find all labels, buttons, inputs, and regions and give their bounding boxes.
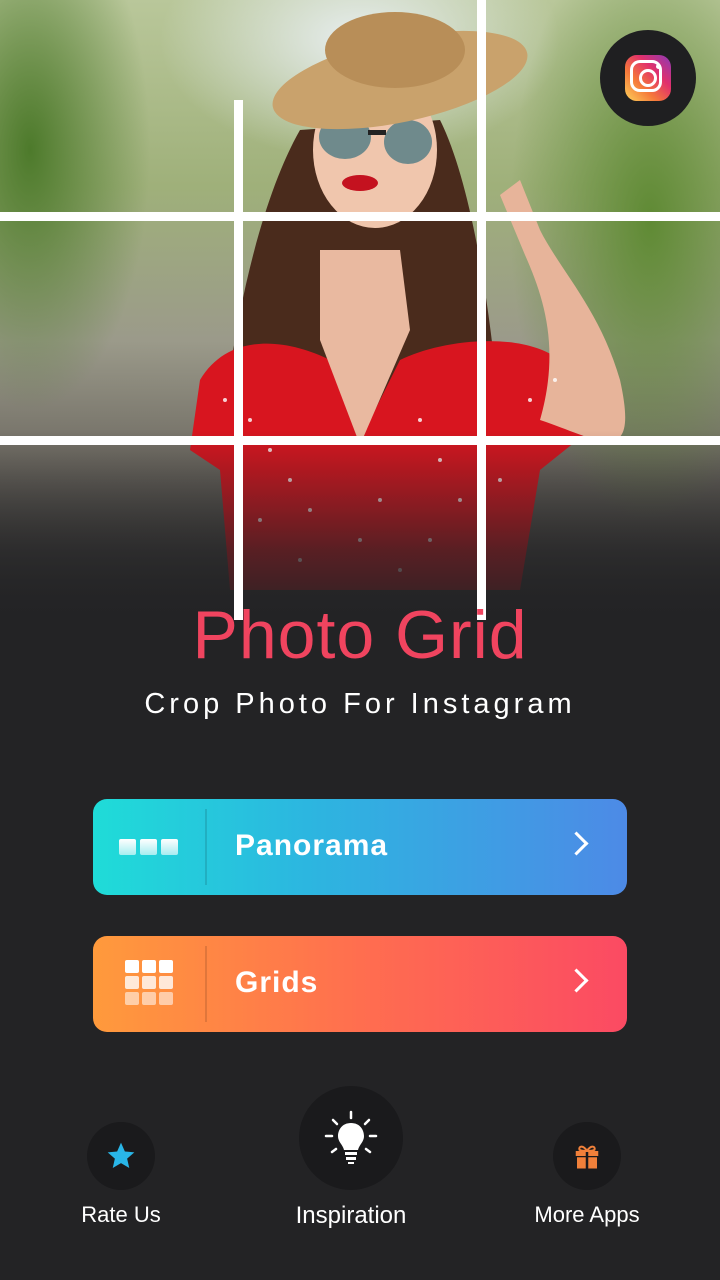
grid-3x3-icon [125,960,173,1008]
grids-button[interactable]: Grids [93,936,627,1032]
inspiration-label: Inspiration [295,1202,407,1229]
panorama-label: Panorama [235,829,389,862]
more-apps-button[interactable]: More Apps [527,1122,647,1228]
hero-fade-overlay [0,430,720,620]
rate-us-circle [87,1122,155,1190]
divider [205,809,207,885]
gift-icon [575,1145,599,1169]
chevron-right-icon [564,968,589,993]
grids-label: Grids [235,966,319,999]
inspiration-button[interactable]: Inspiration [276,1086,426,1230]
app-subtitle: Crop Photo For Instagram [144,688,576,720]
star-icon [107,1142,135,1168]
more-apps-label: More Apps [534,1202,640,1227]
rate-us-button[interactable]: Rate Us [71,1122,171,1228]
instagram-logo-icon [625,55,671,101]
grid-line-vertical-2 [477,0,486,620]
grid-line-horizontal-2 [0,436,720,445]
divider [205,946,207,1022]
rate-us-label: Rate Us [81,1202,161,1227]
grid-line-horizontal-1 [0,212,720,221]
more-apps-circle [553,1122,621,1190]
grid-line-vertical-1 [234,100,243,620]
chevron-right-icon [564,831,589,856]
inspiration-circle [299,1086,403,1190]
instagram-button[interactable] [600,30,696,126]
app-title: Photo Grid [192,597,528,673]
lightbulb-icon [324,1110,378,1164]
panorama-button[interactable]: Panorama [93,799,627,895]
